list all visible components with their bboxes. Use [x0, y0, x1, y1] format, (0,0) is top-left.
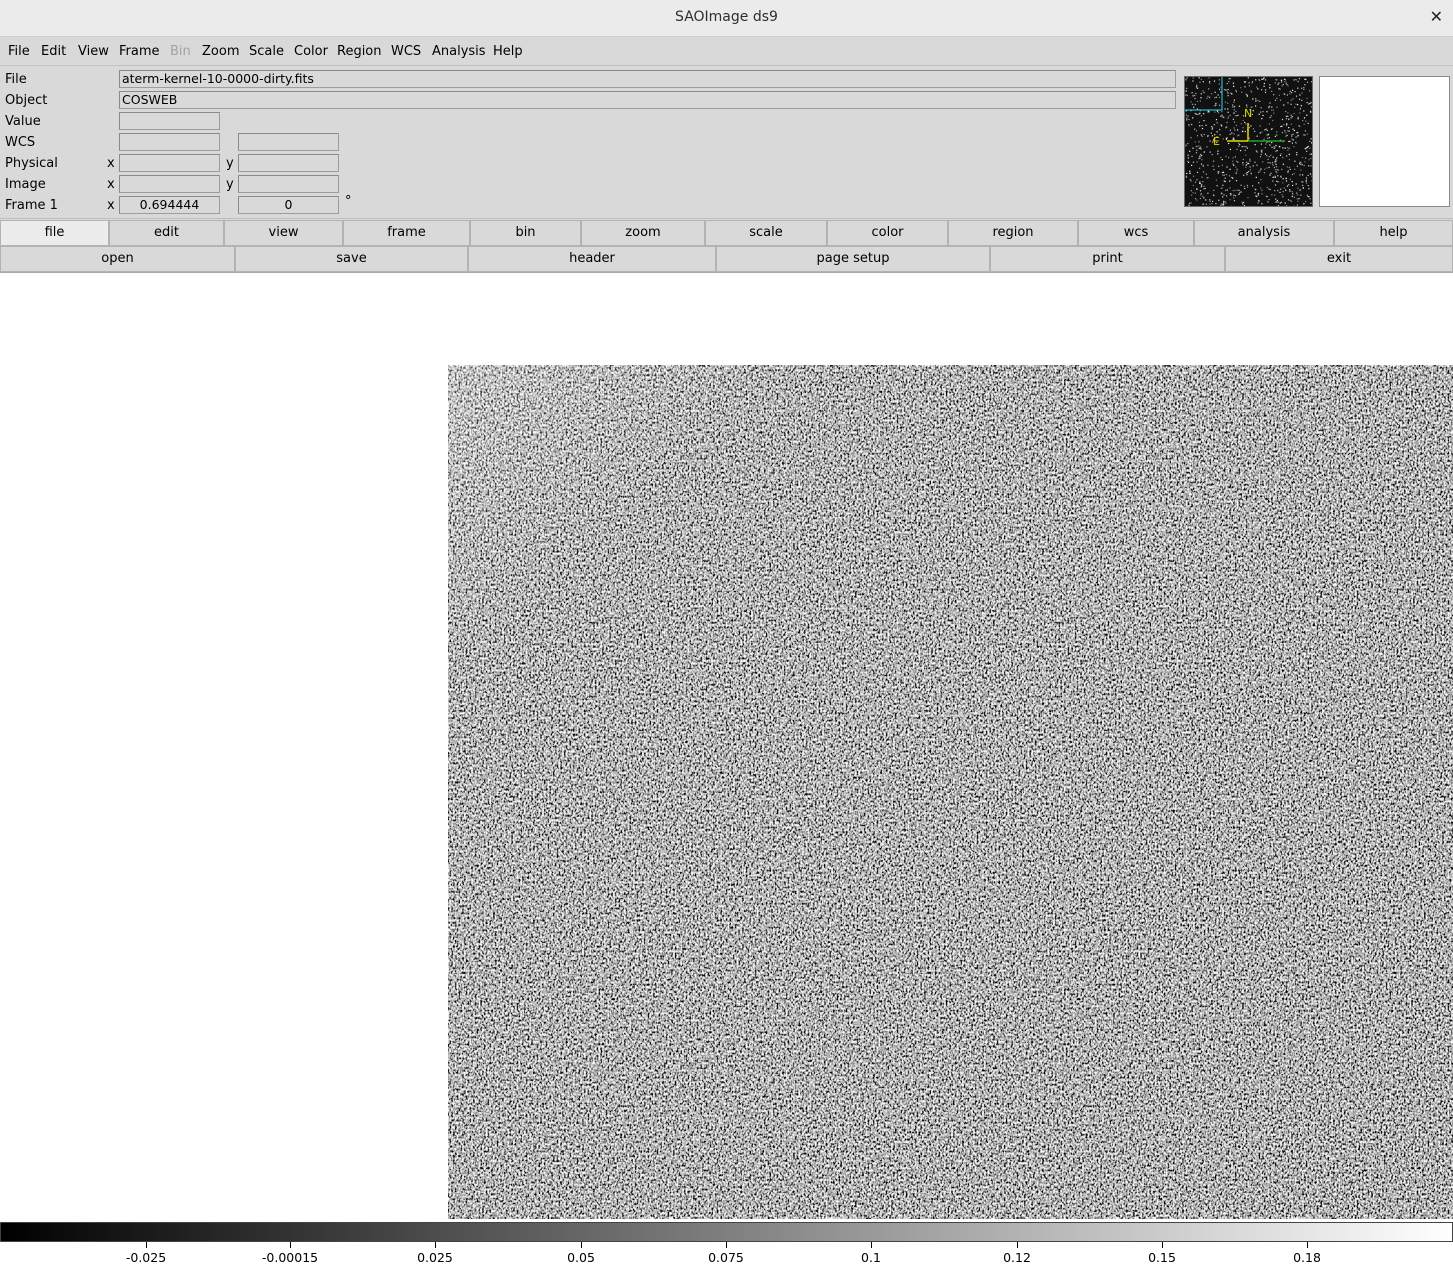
- menu-analysis[interactable]: Analysis: [432, 44, 486, 59]
- physical-y-label: y: [226, 156, 234, 171]
- degree-symbol: °: [345, 194, 352, 209]
- panner-noise: [1185, 77, 1312, 206]
- image-y-label: y: [226, 177, 234, 192]
- button-color[interactable]: color: [827, 220, 948, 246]
- physical-y-field: [238, 154, 339, 172]
- menu-region[interactable]: Region: [337, 44, 382, 59]
- image-x-field: [119, 175, 220, 193]
- frame-zoom-field: 0.694444: [119, 196, 220, 214]
- fits-image[interactable]: [448, 365, 1453, 1219]
- physical-label: Physical: [5, 156, 58, 171]
- colorbar-tick-label: 0.1: [861, 1250, 881, 1265]
- close-icon[interactable]: ✕: [1430, 7, 1443, 26]
- menu-edit[interactable]: Edit: [41, 44, 66, 59]
- colorbar-tick: [581, 1242, 582, 1248]
- button-view[interactable]: view: [224, 220, 343, 246]
- colorbar-tick-label: 0.15: [1148, 1250, 1176, 1265]
- main-button-row: file edit view frame bin zoom scale colo…: [0, 220, 1453, 246]
- button-wcs[interactable]: wcs: [1078, 220, 1194, 246]
- value-field: [119, 112, 220, 130]
- menu-bin[interactable]: Bin: [170, 44, 191, 59]
- colorbar-tick-label: 0.075: [708, 1250, 744, 1265]
- button-bin[interactable]: bin: [470, 220, 581, 246]
- colorbar-tick: [1307, 1242, 1308, 1248]
- menu-file[interactable]: File: [8, 44, 30, 59]
- colorbar-tick-label: -0.00015: [261, 1250, 319, 1265]
- colorbar-tick: [726, 1242, 727, 1248]
- button-open[interactable]: open: [0, 246, 235, 272]
- image-canvas[interactable]: [0, 272, 1453, 1221]
- colorbar-tick: [290, 1242, 291, 1248]
- colorbar-tick-label: 0.18: [1293, 1250, 1321, 1265]
- button-save[interactable]: save: [235, 246, 468, 272]
- magnifier: [1319, 76, 1450, 207]
- image-x-label: x: [107, 177, 115, 192]
- menu-frame[interactable]: Frame: [119, 44, 160, 59]
- menu-wcs[interactable]: WCS: [391, 44, 421, 59]
- button-edit[interactable]: edit: [109, 220, 224, 246]
- colorbar-tick-label: -0.025: [125, 1250, 167, 1265]
- buttonbar: file edit view frame bin zoom scale colo…: [0, 218, 1453, 272]
- colorbar-tick: [871, 1242, 872, 1248]
- button-region[interactable]: region: [948, 220, 1078, 246]
- colorbar-tick: [435, 1242, 436, 1248]
- value-label: Value: [5, 114, 41, 129]
- panner-thumbnail: N E: [1185, 77, 1312, 206]
- image-y-field: [238, 175, 339, 193]
- frame-label: Frame 1: [5, 198, 58, 213]
- menu-zoom[interactable]: Zoom: [202, 44, 239, 59]
- frame-angle-field: 0: [238, 196, 339, 214]
- colorbar-tick-label: 0.025: [417, 1250, 453, 1265]
- frame-x-label: x: [107, 198, 115, 213]
- colorbar-tick: [1162, 1242, 1163, 1248]
- menu-scale[interactable]: Scale: [249, 44, 284, 59]
- colorbar[interactable]: [0, 1222, 1453, 1242]
- button-exit[interactable]: exit: [1225, 246, 1453, 272]
- button-header[interactable]: header: [468, 246, 716, 272]
- menubar: File Edit View Frame Bin Zoom Scale Colo…: [0, 37, 1453, 66]
- fits-image-noise: [448, 365, 1453, 1219]
- wcs-field-2: [238, 133, 339, 151]
- button-file[interactable]: file: [0, 220, 109, 246]
- file-label: File: [5, 72, 27, 87]
- button-help[interactable]: help: [1334, 220, 1453, 246]
- wcs-label: WCS: [5, 135, 36, 150]
- window-titlebar: SAOImage ds9 ✕: [0, 0, 1453, 37]
- colorbar-panel: -0.025 -0.00015 0.025 0.05 0.075 0.1 0.1…: [0, 1221, 1453, 1266]
- panner-east-label: E: [1213, 135, 1220, 148]
- button-frame[interactable]: frame: [343, 220, 470, 246]
- panner[interactable]: N E: [1184, 76, 1313, 207]
- panner-north-label: N: [1244, 107, 1252, 120]
- file-name-field: aterm-kernel-10-0000-dirty.fits: [119, 70, 1176, 88]
- file-button-row: open save header page setup print exit: [0, 246, 1453, 272]
- object-field: COSWEB: [119, 91, 1176, 109]
- button-print[interactable]: print: [990, 246, 1225, 272]
- info-panel: File aterm-kernel-10-0000-dirty.fits Obj…: [0, 66, 1453, 218]
- physical-x-label: x: [107, 156, 115, 171]
- colorbar-tick: [1017, 1242, 1018, 1248]
- object-label: Object: [5, 93, 48, 108]
- colorbar-tick-label: 0.05: [567, 1250, 595, 1265]
- menu-view[interactable]: View: [78, 44, 109, 59]
- physical-x-field: [119, 154, 220, 172]
- menu-help[interactable]: Help: [493, 44, 523, 59]
- image-label: Image: [5, 177, 46, 192]
- wcs-field-1: [119, 133, 220, 151]
- colorbar-tick-label: 0.12: [1003, 1250, 1031, 1265]
- button-zoom[interactable]: zoom: [581, 220, 705, 246]
- button-scale[interactable]: scale: [705, 220, 827, 246]
- colorbar-tick: [146, 1242, 147, 1248]
- button-analysis[interactable]: analysis: [1194, 220, 1334, 246]
- window-title: SAOImage ds9: [675, 9, 778, 25]
- button-page-setup[interactable]: page setup: [716, 246, 990, 272]
- menu-color[interactable]: Color: [294, 44, 328, 59]
